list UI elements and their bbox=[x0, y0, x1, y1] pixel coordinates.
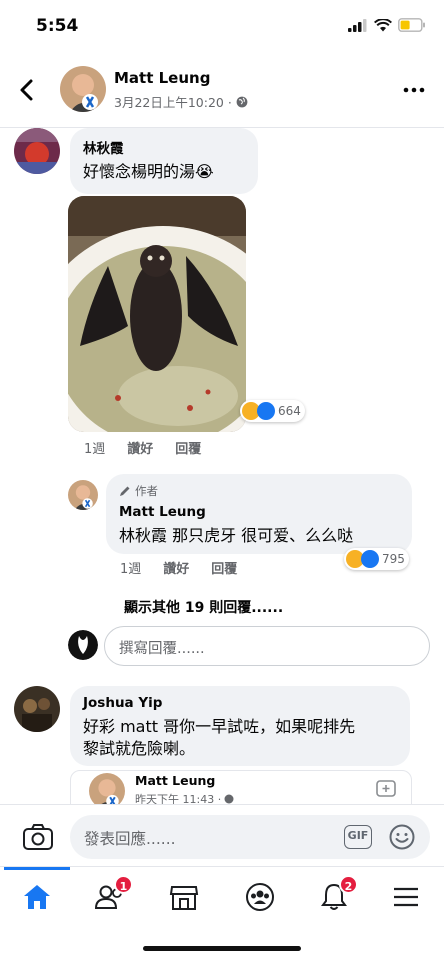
status-icons bbox=[348, 18, 426, 32]
reply-text: 林秋霞 那只虎牙 很可爱、么么哒 bbox=[119, 526, 354, 545]
notifications-badge: 2 bbox=[339, 875, 358, 894]
reply-actions: 1週 讚好 回覆 bbox=[120, 558, 237, 577]
comment-bubble-2: Joshua Yip 好彩 matt 哥你一早試咗，如果呢排先 黎試就危險喇。 bbox=[70, 686, 410, 766]
commenter-avatar-2[interactable] bbox=[14, 686, 60, 732]
groups-icon bbox=[246, 883, 274, 911]
comment-composer: 發表回應...... GIF bbox=[0, 804, 444, 866]
commenter-name[interactable]: 林秋霞 bbox=[83, 137, 124, 157]
add-icon[interactable] bbox=[375, 777, 397, 799]
more-options-icon[interactable] bbox=[402, 80, 426, 100]
reply-input[interactable]: 撰寫回覆...... bbox=[104, 626, 430, 666]
like-react-icon bbox=[257, 402, 275, 420]
comment-text-2-line-1: 好彩 matt 哥你一早試咗，如果呢排先 bbox=[83, 717, 356, 736]
signal-icon bbox=[348, 18, 367, 32]
bottom-tab-bar: 1 2 bbox=[0, 866, 444, 960]
post-meta: 3月22日上午10:20 · bbox=[114, 92, 248, 111]
post-header: Matt Leung 3月22日上午10:20 · bbox=[0, 52, 444, 128]
shared-post-name: Matt Leung bbox=[135, 773, 216, 788]
reply-button[interactable]: 回覆 bbox=[175, 438, 201, 457]
reaction-summary[interactable]: 664 bbox=[240, 400, 305, 422]
emoji-icon[interactable] bbox=[388, 823, 416, 851]
more-replies-link[interactable]: 顯示其他 19 則回覆...... bbox=[124, 597, 283, 617]
tab-marketplace[interactable] bbox=[164, 877, 204, 917]
tab-home[interactable] bbox=[17, 877, 57, 917]
reply-bubble: 作者 Matt Leung 林秋霞 那只虎牙 很可爱、么么哒 bbox=[106, 474, 412, 554]
commenter-avatar[interactable] bbox=[14, 128, 60, 174]
tab-notifications[interactable]: 2 bbox=[314, 875, 358, 917]
wifi-icon bbox=[374, 18, 392, 31]
like-react-icon bbox=[361, 550, 379, 568]
camera-icon[interactable] bbox=[22, 823, 54, 851]
comment-input[interactable]: 發表回應...... GIF bbox=[70, 815, 430, 859]
status-bar: 5:54 bbox=[0, 0, 444, 52]
reply-age: 1週 bbox=[120, 562, 142, 577]
author-name[interactable]: Matt Leung bbox=[114, 69, 210, 87]
marketplace-icon bbox=[169, 886, 199, 910]
tab-menu[interactable] bbox=[386, 877, 426, 917]
comment-bubble: 林秋霞 好懷念楊明的湯😭 bbox=[70, 128, 258, 194]
home-icon bbox=[24, 885, 50, 909]
pencil-icon bbox=[120, 486, 130, 496]
friends-badge: 1 bbox=[114, 875, 133, 894]
globe-icon bbox=[236, 96, 248, 107]
globe-icon bbox=[224, 794, 234, 804]
reply-author-avatar[interactable] bbox=[68, 480, 98, 510]
commenter-name-2[interactable]: Joshua Yip bbox=[83, 695, 162, 711]
comment-photo[interactable] bbox=[68, 196, 246, 432]
reply-reaction-count: 795 bbox=[382, 552, 405, 566]
reaction-count: 664 bbox=[278, 404, 301, 418]
comment-actions: 1週 讚好 回覆 bbox=[84, 438, 201, 457]
comment-text-2-line-2: 黎試就危險喇。 bbox=[83, 739, 196, 758]
battery-icon bbox=[398, 18, 425, 32]
hamburger-menu-icon bbox=[394, 887, 418, 907]
like-button[interactable]: 讚好 bbox=[127, 438, 153, 457]
my-avatar bbox=[68, 630, 98, 660]
tab-groups[interactable] bbox=[240, 877, 280, 917]
reply-reaction-summary[interactable]: 795 bbox=[344, 548, 409, 570]
reply-input-placeholder: 撰寫回覆...... bbox=[119, 641, 205, 657]
author-avatar[interactable] bbox=[60, 66, 106, 112]
reply-reply-button[interactable]: 回覆 bbox=[211, 558, 237, 577]
status-time: 5:54 bbox=[36, 16, 79, 36]
author-badge: 作者 bbox=[119, 483, 158, 499]
home-indicator bbox=[143, 946, 301, 951]
comment-age: 1週 bbox=[84, 442, 106, 457]
back-arrow-icon[interactable] bbox=[14, 76, 42, 104]
post-timestamp: 3月22日上午10:20 · bbox=[114, 95, 232, 110]
comment-input-placeholder: 發表回應...... bbox=[84, 830, 176, 848]
reply-like-button[interactable]: 讚好 bbox=[163, 558, 189, 577]
gif-button[interactable]: GIF bbox=[344, 825, 372, 849]
active-tab-indicator bbox=[4, 867, 70, 870]
author-badge-label: 作者 bbox=[135, 484, 158, 498]
comment-text: 好懷念楊明的湯😭 bbox=[83, 162, 214, 181]
tab-friends[interactable]: 1 bbox=[89, 875, 133, 917]
reply-author-name[interactable]: Matt Leung bbox=[119, 504, 206, 520]
